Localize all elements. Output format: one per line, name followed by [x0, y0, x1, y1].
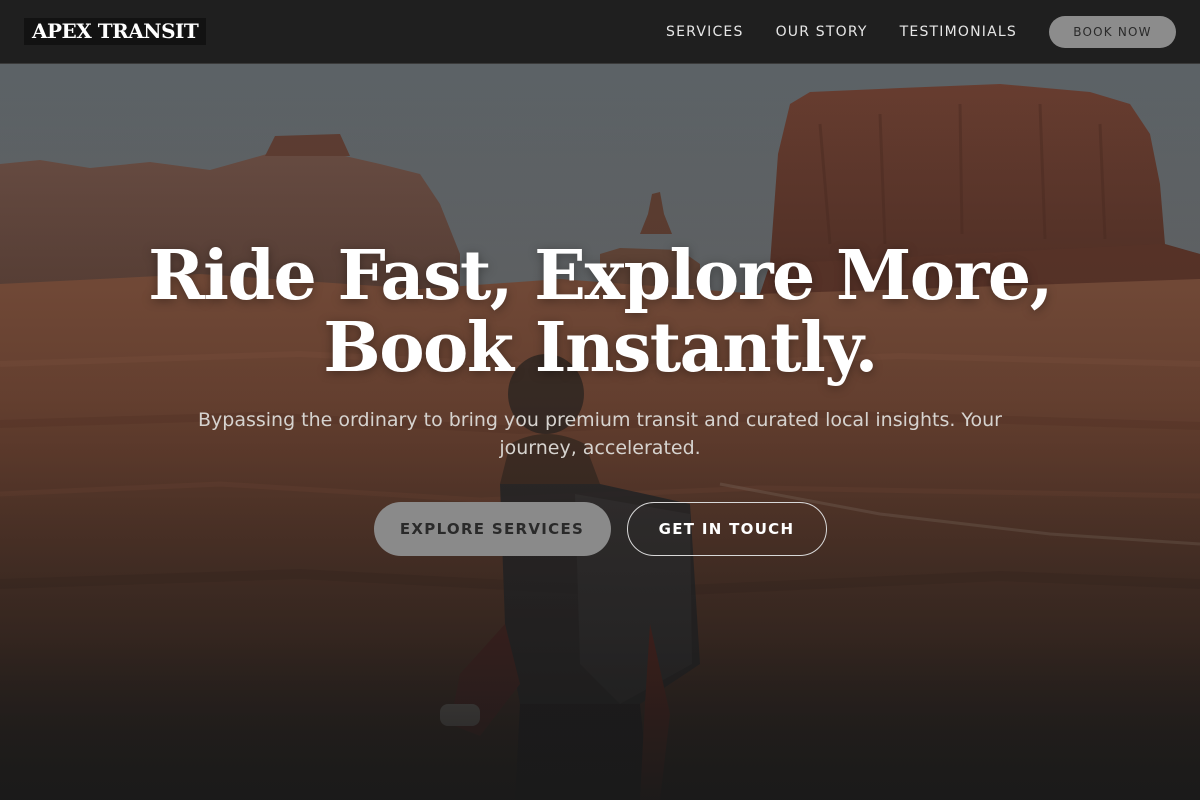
nav-link-our-story[interactable]: OUR STORY: [776, 24, 868, 40]
get-in-touch-button[interactable]: GET IN TOUCH: [626, 502, 827, 556]
landing-page: APEX TRANSIT SERVICES OUR STORY TESTIMON…: [0, 0, 1200, 800]
brand-logo[interactable]: APEX TRANSIT: [24, 18, 207, 45]
nav-link-testimonials[interactable]: TESTIMONIALS: [900, 24, 1017, 40]
site-header: APEX TRANSIT SERVICES OUR STORY TESTIMON…: [0, 0, 1200, 64]
hero-title-line-2: Book Instantly.: [323, 308, 878, 388]
book-now-button[interactable]: BOOK NOW: [1049, 16, 1176, 48]
hero-title: Ride Fast, Explore More, Book Instantly.: [100, 240, 1100, 384]
nav-link-services[interactable]: SERVICES: [666, 24, 744, 40]
explore-services-button[interactable]: EXPLORE SERVICES: [373, 502, 611, 556]
hero-title-line-1: Ride Fast, Explore More,: [148, 236, 1053, 316]
main-nav: SERVICES OUR STORY TESTIMONIALS BOOK NOW: [666, 0, 1176, 64]
hero-cta-group: EXPLORE SERVICES GET IN TOUCH: [0, 502, 1200, 556]
hero-section: Ride Fast, Explore More, Book Instantly.…: [0, 240, 1200, 556]
hero-subtitle: Bypassing the ordinary to bring you prem…: [197, 409, 1002, 459]
